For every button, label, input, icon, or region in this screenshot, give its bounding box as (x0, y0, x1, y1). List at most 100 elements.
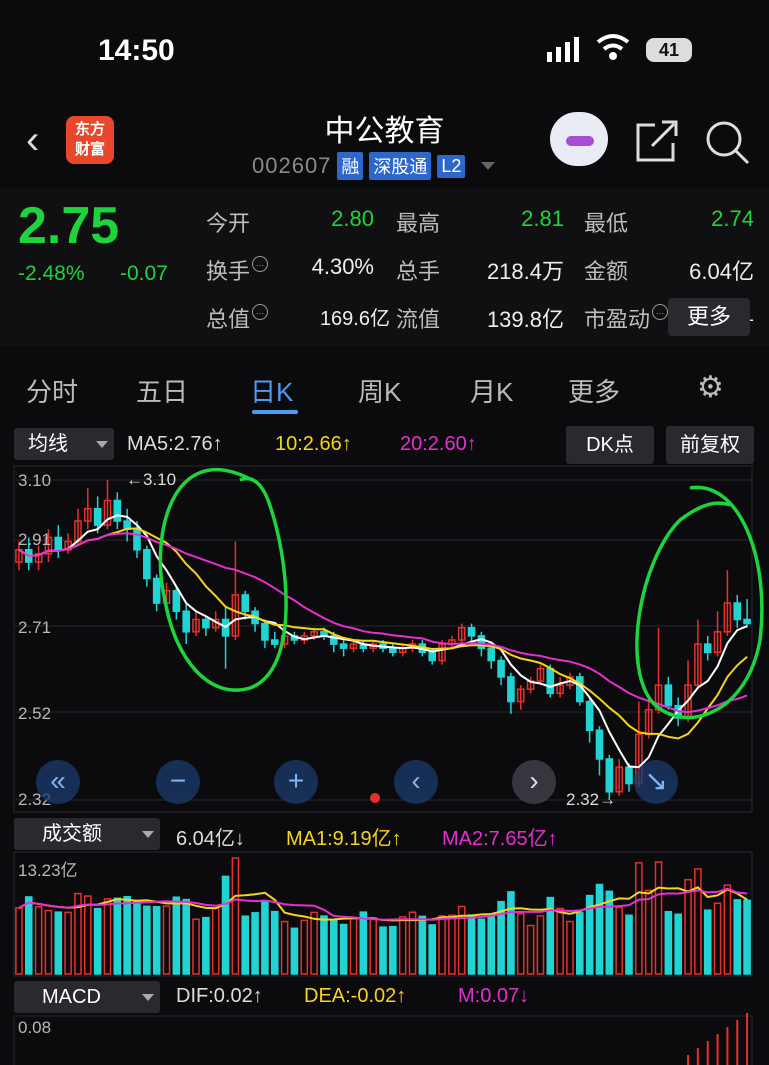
candle-body (625, 766, 633, 785)
volume-bar (487, 913, 496, 975)
volume-bar (15, 907, 23, 975)
chevron-down-icon (142, 831, 154, 838)
volume-bar (339, 923, 348, 975)
candle-body (152, 577, 161, 604)
volume-bar (221, 875, 230, 975)
recording-dot (370, 793, 380, 803)
scroll-left-fast-button[interactable]: « (36, 760, 80, 804)
volume-bar (103, 898, 112, 975)
macd-dif: DIF:0.02↑ (176, 985, 263, 1007)
volume-bar (684, 878, 692, 975)
volume-bar (280, 920, 289, 975)
candle-body (93, 507, 102, 526)
volume-bar (369, 916, 377, 975)
candle-body (389, 647, 397, 654)
scroll-left-button[interactable]: ‹ (394, 760, 438, 804)
candle-body (743, 618, 751, 625)
candle-body (339, 643, 348, 649)
candle-body (664, 684, 673, 707)
volume-bar (192, 918, 200, 975)
candle-body (202, 618, 210, 629)
volume-bar (261, 899, 269, 975)
volume-ma1: MA1:9.19亿↑ (286, 828, 402, 850)
volume-bar (674, 913, 683, 975)
volume-bar (605, 890, 614, 975)
macd-frame (13, 1015, 753, 1065)
expand-icon[interactable]: ↘ (634, 760, 678, 804)
volume-value: 6.04亿↓ (176, 828, 245, 850)
candle-body (595, 729, 604, 760)
volume-bar (635, 862, 643, 975)
volume-bar (172, 896, 181, 975)
candle-body (133, 528, 141, 551)
volume-bar (152, 906, 161, 975)
volume-bar (477, 918, 486, 975)
volume-bar (202, 916, 210, 975)
volume-bar (438, 915, 446, 975)
y-axis-label: 3.10 (18, 471, 52, 490)
volume-bar (733, 899, 742, 975)
volume-bar (54, 911, 63, 975)
candle-body (546, 667, 555, 695)
volume-bar (270, 910, 279, 975)
candle-body (172, 590, 181, 613)
volume-bar (723, 884, 732, 975)
y-axis-label: 2.52 (18, 704, 52, 723)
volume-bar (320, 915, 328, 975)
candle-body (54, 536, 63, 551)
high-marker: ←3.10 (126, 470, 177, 489)
volume-selector[interactable]: 成交额 (14, 818, 160, 850)
candle-body (261, 622, 269, 641)
volume-bar (428, 924, 437, 975)
candle-body (733, 602, 742, 621)
low-marker: 2.32→ (566, 790, 617, 809)
candle-body (241, 594, 250, 613)
annotation-circle (158, 468, 288, 692)
candle-body (585, 700, 594, 732)
volume-bar (182, 898, 191, 975)
candle-body (270, 639, 279, 645)
volume-axis-label: 13.23亿 (18, 861, 78, 880)
volume-bar (113, 897, 122, 975)
volume-bar (556, 907, 564, 975)
candle-body (497, 659, 505, 678)
volume-bar (64, 911, 72, 975)
y-axis-label: 2.71 (18, 618, 52, 637)
volume-bar (694, 868, 702, 975)
volume-bar (398, 916, 407, 975)
volume-bar (143, 905, 151, 975)
volume-bar (615, 906, 623, 975)
volume-bar (644, 889, 653, 975)
volume-bar (300, 919, 309, 975)
volume-bar (211, 907, 220, 975)
volume-bar (664, 910, 673, 975)
volume-bar (507, 891, 515, 975)
candle-body (605, 758, 614, 793)
volume-bar (625, 914, 633, 975)
volume-bar (34, 906, 43, 975)
macd-selector[interactable]: MACD (14, 981, 160, 1013)
candle-body (703, 643, 712, 654)
zoom-out-button[interactable]: − (156, 760, 200, 804)
volume-bar (713, 902, 722, 975)
zoom-in-button[interactable]: + (274, 760, 318, 804)
candle-body (113, 499, 122, 522)
volume-bar (44, 909, 53, 975)
candle-body (428, 651, 437, 662)
volume-bar (83, 895, 92, 975)
volume-bar (575, 912, 584, 975)
volume-bar (349, 917, 358, 975)
volume-bar (526, 924, 535, 975)
volume-bar (703, 909, 712, 975)
candle-body (143, 548, 151, 580)
volume-bar (310, 911, 318, 975)
volume-bar (133, 900, 141, 975)
volume-bar (123, 895, 131, 975)
scroll-right-button[interactable]: › (512, 760, 556, 804)
volume-bar (241, 915, 250, 975)
volume-bar (536, 915, 545, 975)
volume-bar (379, 926, 387, 975)
volume-bar (448, 914, 456, 975)
kline-chart[interactable] (0, 0, 769, 1065)
candle-body (507, 676, 515, 703)
